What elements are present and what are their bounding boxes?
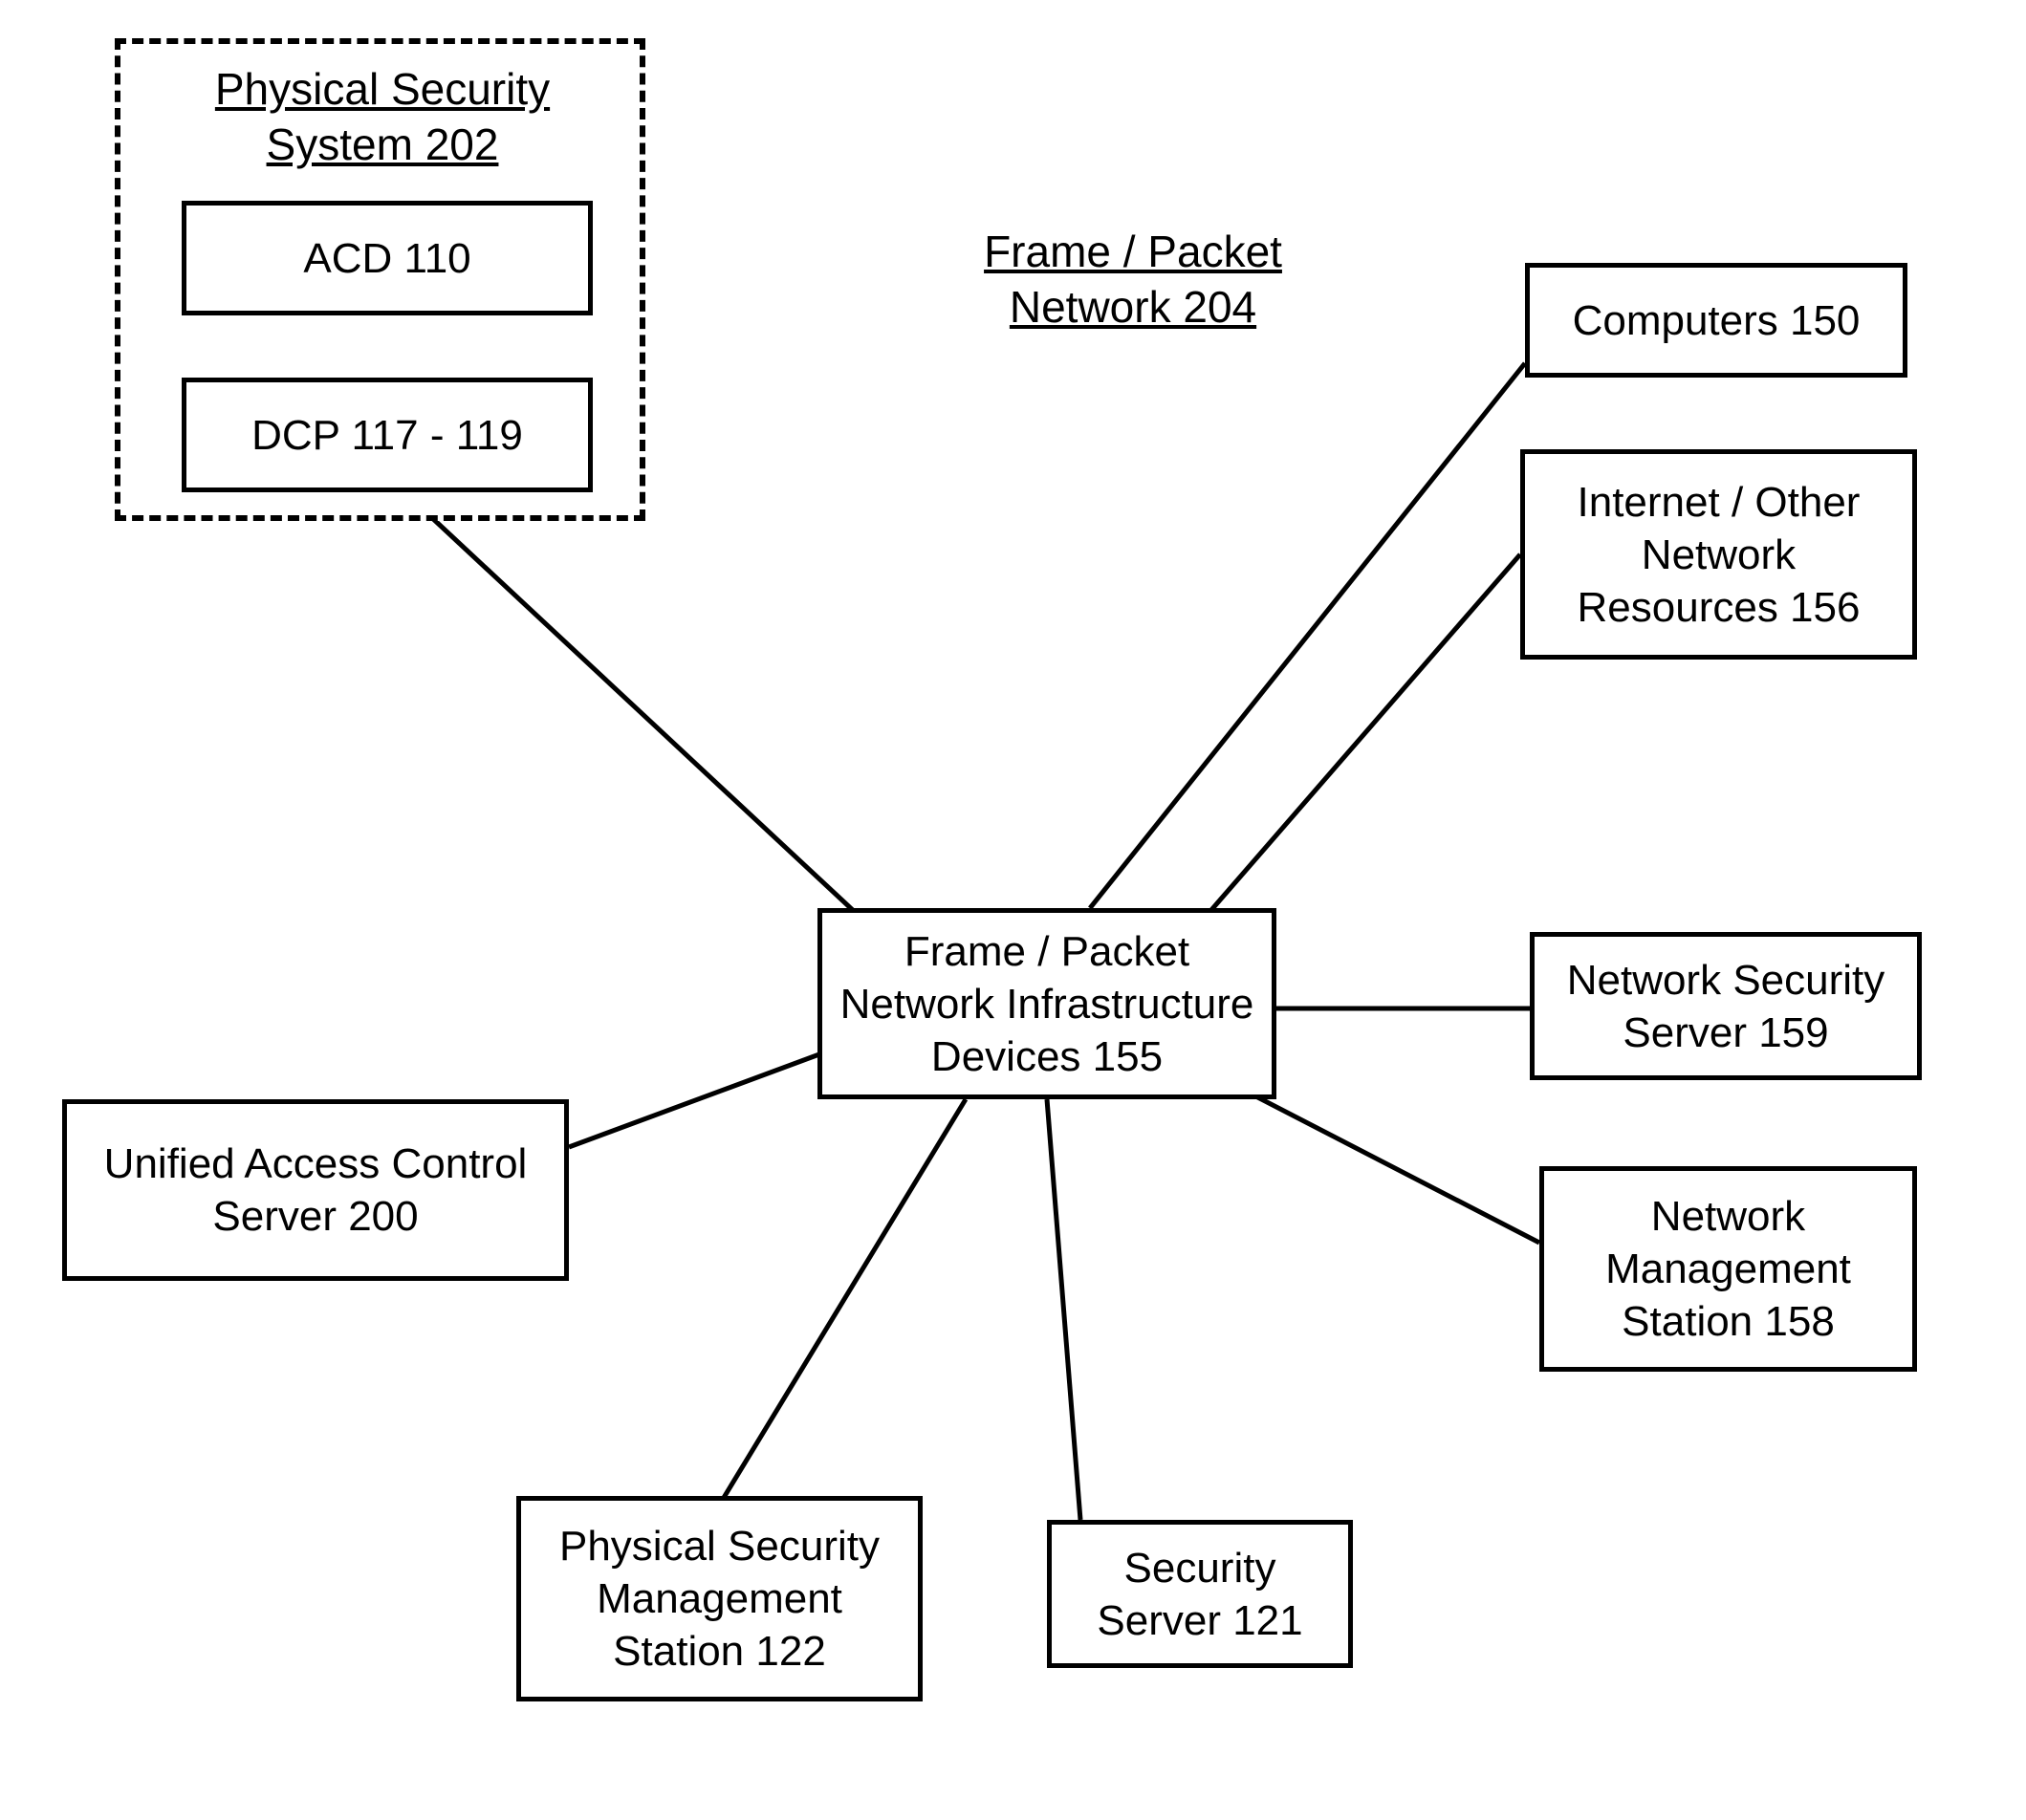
physical-security-heading: Physical SecuritySystem 202 [206,62,559,172]
network-security-server-node: Network SecurityServer 159 [1530,932,1922,1080]
network-infrastructure-hub-node: Frame / PacketNetwork InfrastructureDevi… [817,908,1276,1099]
network-management-node: NetworkManagementStation 158 [1539,1166,1917,1372]
security-server-node: SecurityServer 121 [1047,1520,1353,1668]
diagram-canvas: Physical SecuritySystem 202 ACD 110 DCP … [0,0,2026,1820]
dcp-node: DCP 117 - 119 [182,378,593,492]
acd-node: ACD 110 [182,201,593,315]
computers-node: Computers 150 [1525,263,1907,378]
physical-security-mgmt-node: Physical SecurityManagementStation 122 [516,1496,923,1701]
frame-packet-network-heading: Frame / PacketNetwork 204 [966,225,1300,335]
internet-resources-node: Internet / OtherNetworkResources 156 [1520,449,1917,660]
unified-access-control-node: Unified Access ControlServer 200 [62,1099,569,1281]
